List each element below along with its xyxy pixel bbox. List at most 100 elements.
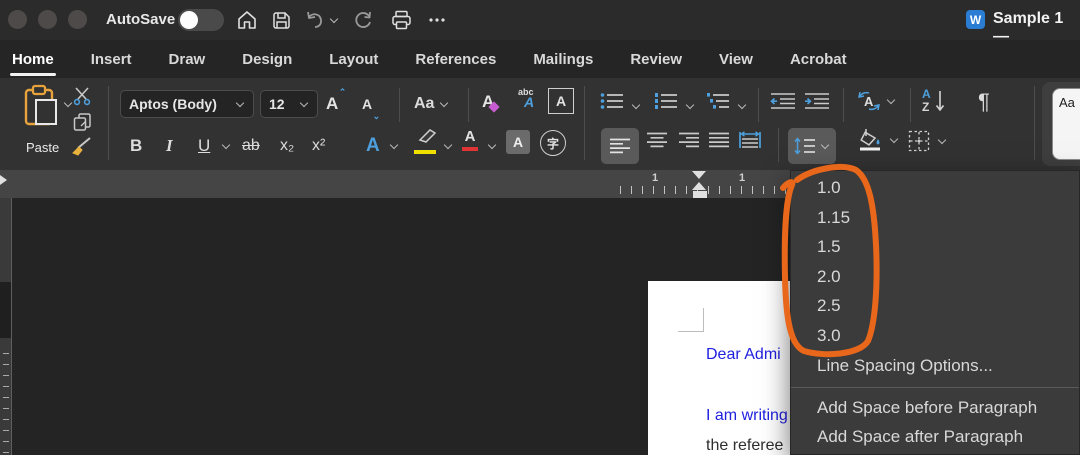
tab-draw[interactable]: Draw: [167, 45, 208, 74]
divider: [843, 88, 844, 122]
tab-review[interactable]: Review: [628, 45, 684, 74]
change-case-button[interactable]: Aa: [414, 90, 449, 118]
italic-button[interactable]: I: [166, 132, 173, 160]
numbered-list-icon: [655, 93, 677, 109]
align-right-icon: [679, 132, 699, 148]
numbering-button[interactable]: [654, 92, 678, 115]
shading-button[interactable]: [858, 128, 899, 152]
decrease-indent-icon: [770, 93, 795, 109]
menu-item-1-15[interactable]: 1.15: [791, 203, 1079, 233]
clear-formatting-button[interactable]: A: [482, 88, 500, 116]
more-commands-icon[interactable]: [424, 7, 450, 33]
enclose-characters-button[interactable]: 字: [540, 130, 566, 156]
ribbon-tab-bar: Home Insert Draw Design Layout Reference…: [0, 40, 1080, 78]
grow-font-button[interactable]: A ⌃: [326, 87, 346, 118]
font-name-value: Aptos (Body): [129, 96, 217, 112]
line-spacing-button[interactable]: [788, 128, 836, 164]
redo-icon[interactable]: [350, 7, 376, 33]
underline-button[interactable]: U: [198, 132, 210, 160]
align-left-button[interactable]: [601, 128, 639, 164]
font-color-button[interactable]: A: [462, 128, 478, 151]
tab-references[interactable]: References: [413, 45, 498, 74]
tab-acrobat[interactable]: Acrobat: [788, 45, 849, 74]
decrease-indent-button[interactable]: [770, 92, 796, 115]
shrink-font-button[interactable]: A ⌄: [362, 90, 380, 121]
line-spacing-menu: 1.0 1.15 1.5 2.0 2.5 3.0 Line Spacing Op…: [790, 170, 1080, 455]
highlight-color-bar: [414, 150, 436, 154]
multilevel-list-icon: [707, 93, 729, 109]
tab-view[interactable]: View: [717, 45, 755, 74]
group-divider: [108, 86, 109, 160]
left-margin-marker[interactable]: [0, 175, 7, 185]
autosave-toggle[interactable]: [178, 9, 224, 31]
tab-mailings[interactable]: Mailings: [531, 45, 595, 74]
ruler-number: 1: [652, 172, 659, 184]
group-divider: [1034, 86, 1035, 160]
menu-item-add-space-before[interactable]: Add Space before Paragraph: [791, 393, 1079, 422]
distribute-text-button[interactable]: [738, 130, 762, 155]
document-text-line[interactable]: Dear Admi: [706, 346, 781, 364]
home-icon[interactable]: [234, 7, 260, 33]
tab-layout[interactable]: Layout: [327, 45, 380, 74]
multilevel-list-button[interactable]: [706, 92, 730, 115]
align-right-button[interactable]: [678, 132, 700, 153]
copy-button[interactable]: [72, 112, 92, 137]
menu-separator: [791, 387, 1079, 389]
tab-insert[interactable]: Insert: [89, 45, 134, 74]
superscript-button[interactable]: x²: [312, 132, 325, 160]
bold-button[interactable]: B: [130, 132, 142, 160]
minimize-window-button[interactable]: [38, 10, 57, 29]
character-border-button[interactable]: A: [548, 88, 574, 114]
paste-button[interactable]: [22, 84, 62, 141]
group-divider: [584, 86, 585, 160]
menu-item-2-5[interactable]: 2.5: [791, 291, 1079, 321]
menu-item-1-0[interactable]: 1.0: [791, 173, 1079, 203]
divider: [758, 88, 759, 122]
sort-arrow-icon: [935, 91, 944, 112]
font-size-combo[interactable]: 12: [260, 90, 318, 118]
tab-home[interactable]: Home: [10, 45, 56, 76]
show-paragraph-marks-button[interactable]: ¶: [978, 88, 990, 116]
close-window-button[interactable]: [8, 10, 27, 29]
cut-button[interactable]: [72, 86, 92, 111]
borders-button[interactable]: [908, 130, 947, 152]
tab-design[interactable]: Design: [240, 45, 294, 74]
text-effects-button[interactable]: A: [366, 132, 380, 160]
menu-item-add-space-after[interactable]: Add Space after Paragraph: [791, 422, 1079, 451]
increase-indent-button[interactable]: [804, 92, 830, 115]
phonetic-guide-button[interactable]: abc A: [518, 88, 534, 110]
undo-icon[interactable]: [302, 7, 328, 33]
font-size-value: 12: [269, 96, 285, 112]
vertical-ruler[interactable]: [0, 198, 12, 455]
hanging-indent-marker[interactable]: [692, 182, 706, 190]
menu-item-3-0[interactable]: 3.0: [791, 321, 1079, 351]
highlight-button[interactable]: [412, 128, 438, 154]
character-shading-button[interactable]: A: [506, 130, 530, 154]
align-center-button[interactable]: [646, 132, 668, 153]
word-window: AutoSave W Sample 1 — Home Insert Draw D…: [0, 0, 1080, 455]
save-icon[interactable]: [268, 7, 294, 33]
vertical-ruler-margin-block: [0, 282, 11, 338]
subscript-button[interactable]: x₂: [280, 132, 294, 160]
format-painter-button[interactable]: [70, 136, 94, 163]
line-spacing-icon: [794, 137, 815, 155]
strikethrough-button[interactable]: ab: [242, 132, 260, 160]
text-direction-button[interactable]: A: [856, 90, 896, 112]
menu-item-1-5[interactable]: 1.5: [791, 232, 1079, 262]
style-normal-card[interactable]: Aa: [1052, 88, 1080, 160]
bullets-button[interactable]: [600, 92, 624, 115]
sort-button[interactable]: A Z: [922, 88, 945, 114]
paste-clipboard-icon: [24, 84, 57, 126]
zoom-window-button[interactable]: [68, 10, 87, 29]
styles-gallery: Aa: [1042, 82, 1080, 166]
font-name-combo[interactable]: Aptos (Body): [120, 90, 254, 118]
title-bar: AutoSave W Sample 1 —: [0, 0, 1080, 45]
menu-item-line-spacing-options[interactable]: Line Spacing Options...: [791, 351, 1079, 381]
first-line-indent-marker[interactable]: [692, 171, 706, 179]
justify-button[interactable]: [708, 132, 730, 153]
style-preview-text: Aa: [1059, 95, 1075, 110]
document-text-line[interactable]: I am writing: [706, 407, 788, 425]
menu-item-2-0[interactable]: 2.0: [791, 262, 1079, 292]
document-text-line[interactable]: the referee: [706, 437, 783, 455]
print-icon[interactable]: [388, 7, 414, 33]
